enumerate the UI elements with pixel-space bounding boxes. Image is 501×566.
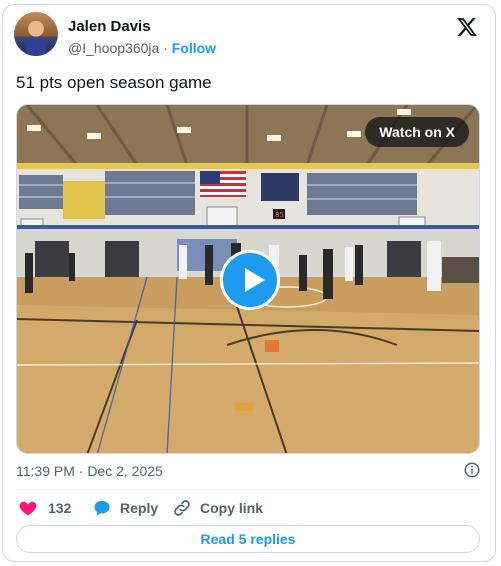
handle-row: @I_hoop360ja · Follow: [68, 40, 216, 56]
tweet-timestamp[interactable]: 11:39 PM · Dec 2, 2025: [16, 463, 163, 479]
info-icon[interactable]: [463, 461, 481, 479]
action-bar: 132 Reply Copy link: [16, 497, 480, 521]
follow-button[interactable]: Follow: [172, 40, 216, 56]
avatar[interactable]: [14, 12, 58, 56]
watch-on-x-button[interactable]: Watch on X: [365, 117, 469, 147]
like-count: 132: [48, 500, 72, 516]
divider: [16, 489, 480, 490]
avatar-jersey: [26, 38, 46, 56]
tweet-header: Jalen Davis @I_hoop360ja · Follow: [14, 12, 480, 60]
play-icon[interactable]: [220, 250, 280, 310]
reply-bubble-icon: [94, 500, 110, 516]
heart-icon: [19, 501, 37, 516]
tweet-text: 51 pts open season game: [16, 73, 212, 92]
reply-label: Reply: [120, 500, 159, 516]
separator-dot: ·: [163, 40, 168, 56]
scoreboard-digit: 85: [275, 211, 284, 219]
like-button[interactable]: 132: [18, 497, 71, 519]
x-logo-icon[interactable]: [456, 16, 478, 38]
link-icon: [174, 500, 190, 516]
reply-button[interactable]: Reply: [92, 497, 158, 519]
video-player[interactable]: 85 Watch on X: [16, 104, 480, 454]
copy-link-button[interactable]: Copy link: [172, 497, 263, 519]
read-replies-button[interactable]: Read 5 replies: [16, 525, 480, 553]
author-handle[interactable]: @I_hoop360ja: [68, 40, 159, 56]
author-name[interactable]: Jalen Davis: [68, 18, 151, 35]
copy-link-label: Copy link: [200, 500, 264, 516]
